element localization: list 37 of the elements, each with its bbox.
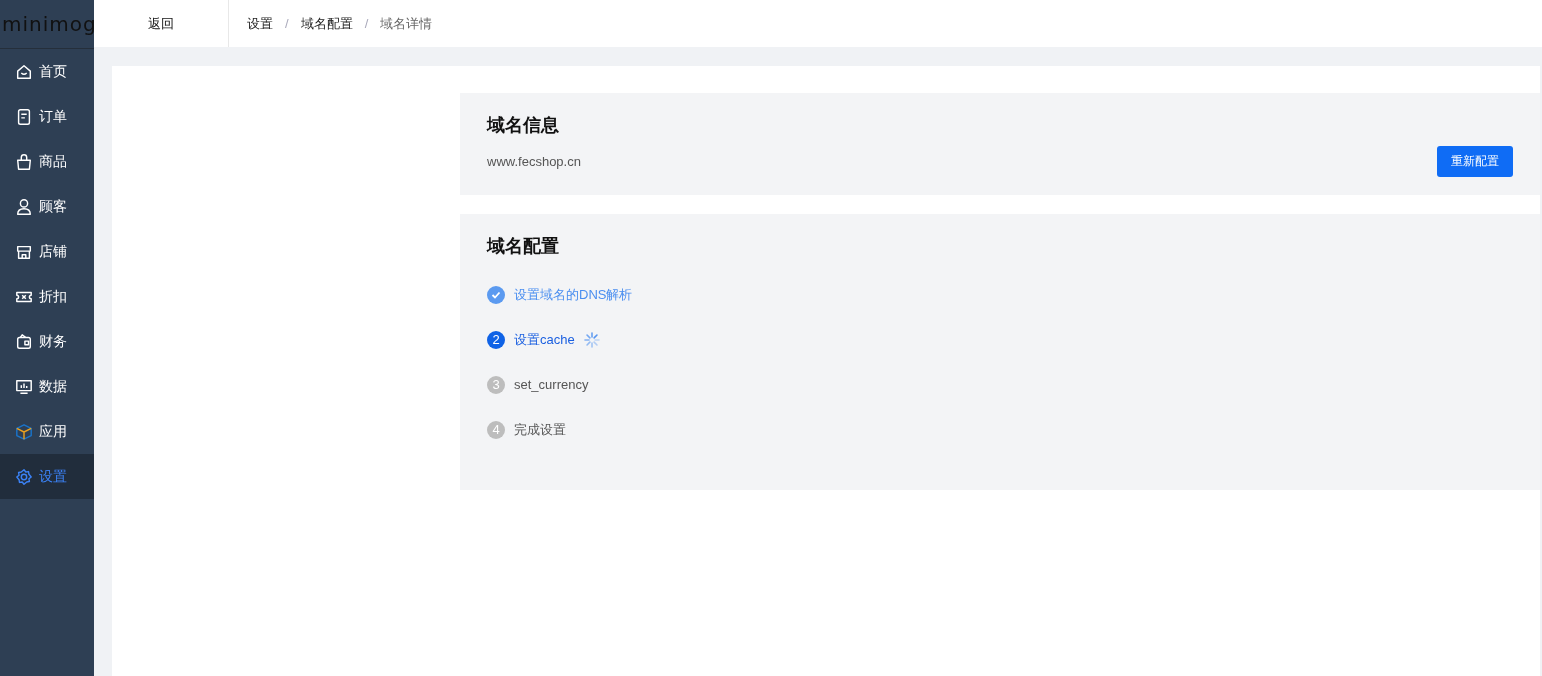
breadcrumb-separator: / [285, 16, 289, 31]
gear-icon [15, 467, 33, 486]
sidebar-item[interactable]: 设置 [0, 454, 94, 499]
breadcrumb-item[interactable]: 域名配置 [300, 14, 353, 33]
step-label: 完成设置 [514, 420, 566, 439]
breadcrumb-separator: / [364, 16, 369, 31]
house-icon [15, 62, 33, 81]
step-number: 2 [487, 330, 505, 349]
sidebar-item[interactable]: 顾客 [0, 184, 94, 229]
card-title: 域名信息 [487, 114, 560, 137]
step-number: 4 [487, 420, 505, 439]
step-label: 设置cache [514, 330, 575, 349]
sidebar-item[interactable]: 店铺 [0, 229, 94, 274]
reconfigure-button[interactable]: 重新配置 [1437, 146, 1513, 177]
sidebar-item[interactable]: 订单 [0, 94, 94, 139]
bag-icon [15, 152, 33, 171]
domain-text: www.fecshop.cn [487, 154, 581, 169]
step-label: 设置域名的DNS解析 [514, 285, 633, 304]
sidebar-item[interactable]: 应用 [0, 409, 94, 454]
breadcrumb-item[interactable]: 设置 [247, 14, 273, 33]
cube-icon [15, 422, 33, 441]
sidebar-item[interactable]: 商品 [0, 139, 94, 184]
document-icon [15, 107, 33, 126]
sidebar-item[interactable]: 首页 [0, 49, 94, 94]
sidebar-item[interactable]: 数据 [0, 364, 94, 409]
loading-spinner-icon [583, 331, 600, 348]
monitor-chart-icon [15, 377, 33, 396]
step-label: set_currency [514, 377, 589, 392]
card-title: 域名配置 [487, 235, 560, 258]
step-number: 3 [487, 375, 505, 394]
breadcrumb-item: 域名详情 [380, 14, 433, 33]
wallet-icon [15, 332, 33, 351]
check-icon [487, 285, 505, 304]
logo: minimog [2, 12, 97, 36]
sidebar-item[interactable]: 财务 [0, 319, 94, 364]
person-icon [15, 197, 33, 216]
sidebar-item[interactable]: 折扣 [0, 274, 94, 319]
